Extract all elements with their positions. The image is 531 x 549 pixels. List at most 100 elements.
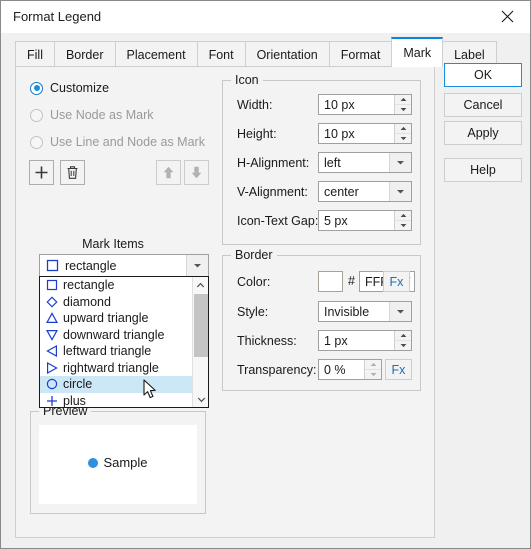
chevron-up-icon <box>196 282 205 287</box>
icon-height-spinner[interactable] <box>394 124 411 143</box>
border-transparency-input[interactable]: 0 % <box>318 359 382 380</box>
triangle-down-icon <box>45 329 59 341</box>
preview-group: Preview Sample <box>30 404 206 514</box>
border-thickness-spinner[interactable] <box>394 331 411 350</box>
mark-items-selected-value: rectangle <box>65 258 117 273</box>
tab-orientation[interactable]: Orientation <box>244 41 330 67</box>
h-alignment-combobox[interactable]: left <box>318 152 412 173</box>
list-item-label: plus <box>63 393 86 408</box>
title-bar: Format Legend <box>1 1 530 33</box>
border-transparency-label: Transparency: <box>237 363 317 377</box>
spinner-up-icon[interactable] <box>365 360 381 370</box>
icon-text-gap-value: 5 px <box>324 213 348 228</box>
triangle-right-icon <box>45 361 59 374</box>
tab-border[interactable]: Border <box>53 41 116 67</box>
border-group-label: Border <box>231 248 277 262</box>
radio-use-line-and-node-as-mark-label: Use Line and Node as Mark <box>50 135 205 149</box>
scroll-down-button[interactable] <box>193 391 208 407</box>
list-item-label: rightward triangle <box>63 360 159 375</box>
tab-mark[interactable]: Mark <box>391 37 444 67</box>
icon-width-spinner[interactable] <box>394 95 411 114</box>
list-item-label: upward triangle <box>63 311 149 326</box>
radio-indicator <box>30 135 43 149</box>
square-icon <box>46 259 59 272</box>
hex-hash-symbol: # <box>348 274 355 288</box>
icon-group: Icon Width: 10 px Height: 10 px H-Alignm… <box>222 73 421 245</box>
list-item[interactable]: rectangle <box>40 277 208 294</box>
icon-width-input[interactable]: 10 px <box>318 94 412 115</box>
list-item[interactable]: plus <box>40 393 208 408</box>
preview-sample: Sample <box>88 455 148 470</box>
spinner-down-icon[interactable] <box>395 105 411 114</box>
border-thickness-label: Thickness: <box>237 334 297 348</box>
h-alignment-label: H-Alignment: <box>237 156 310 170</box>
v-alignment-label: V-Alignment: <box>237 185 308 199</box>
spinner-up-icon[interactable] <box>395 331 411 341</box>
radio-customize[interactable]: Customize <box>30 81 109 95</box>
radio-indicator <box>30 81 43 95</box>
border-transparency-fx-button[interactable]: Fx <box>385 359 412 380</box>
chevron-down-icon[interactable] <box>389 182 411 201</box>
border-transparency-spinner[interactable] <box>364 360 381 379</box>
spinner-down-icon[interactable] <box>395 221 411 230</box>
square-icon <box>45 279 59 291</box>
spinner-up-icon[interactable] <box>395 211 411 221</box>
icon-width-value: 10 px <box>324 97 355 112</box>
border-transparency-value: 0 % <box>324 362 346 377</box>
mark-items-combobox[interactable]: rectangle <box>39 254 209 277</box>
diamond-icon <box>45 296 59 308</box>
spinner-up-icon[interactable] <box>395 124 411 134</box>
list-item-circle[interactable]: circle <box>40 376 208 393</box>
tab-placement[interactable]: Placement <box>114 41 198 67</box>
icon-text-gap-spinner[interactable] <box>394 211 411 230</box>
spinner-up-icon[interactable] <box>395 95 411 105</box>
tab-strip: Fill Border Placement Font Orientation F… <box>15 37 497 67</box>
scroll-up-button[interactable] <box>193 277 208 293</box>
radio-use-node-as-mark-label: Use Node as Mark <box>50 108 154 122</box>
list-item[interactable]: downward triangle <box>40 327 208 344</box>
list-item-label: rectangle <box>63 278 115 293</box>
trash-icon <box>67 166 78 179</box>
border-color-fx-button[interactable]: Fx <box>383 271 410 292</box>
spinner-down-icon[interactable] <box>395 341 411 350</box>
list-item[interactable]: leftward triangle <box>40 343 208 360</box>
plus-icon <box>35 166 48 179</box>
icon-height-value: 10 px <box>324 126 355 141</box>
list-item[interactable]: diamond <box>40 294 208 311</box>
v-alignment-combobox[interactable]: center <box>318 181 412 202</box>
tab-format[interactable]: Format <box>328 41 393 67</box>
spinner-down-icon[interactable] <box>365 370 381 379</box>
cancel-button[interactable]: Cancel <box>444 93 522 117</box>
radio-customize-label: Customize <box>50 81 110 95</box>
ok-button[interactable]: OK <box>444 63 522 87</box>
chevron-down-icon[interactable] <box>389 302 411 321</box>
list-item[interactable]: rightward triangle <box>40 360 208 377</box>
help-button[interactable]: Help <box>444 158 522 182</box>
arrow-down-icon <box>191 166 202 179</box>
icon-text-gap-input[interactable]: 5 px <box>318 210 412 231</box>
icon-height-input[interactable]: 10 px <box>318 123 412 144</box>
icon-width-label: Width: <box>237 98 273 112</box>
mark-items-dropdown-list[interactable]: rectangle diamond upward triangle downwa… <box>39 276 209 408</box>
icon-text-gap-label: Icon-Text Gap: <box>237 214 319 228</box>
dropdown-scrollbar[interactable] <box>192 277 208 407</box>
v-alignment-value: center <box>324 184 359 199</box>
close-button[interactable] <box>484 1 530 32</box>
list-item[interactable]: upward triangle <box>40 310 208 327</box>
scrollbar-thumb[interactable] <box>194 294 208 357</box>
tab-font[interactable]: Font <box>196 41 246 67</box>
border-color-label: Color: <box>237 275 271 289</box>
chevron-down-icon <box>197 397 205 402</box>
add-mark-button[interactable] <box>29 160 54 185</box>
move-up-button <box>156 160 181 185</box>
tab-fill[interactable]: Fill <box>15 41 55 67</box>
delete-mark-button[interactable] <box>60 160 85 185</box>
spinner-down-icon[interactable] <box>395 134 411 143</box>
apply-button[interactable]: Apply <box>444 121 522 145</box>
border-style-combobox[interactable]: Invisible <box>318 301 412 322</box>
border-color-swatch[interactable] <box>318 271 343 292</box>
mark-tab-panel: Customize Use Node as Mark Use Line and … <box>15 66 435 538</box>
chevron-down-icon[interactable] <box>186 255 208 276</box>
border-thickness-input[interactable]: 1 px <box>318 330 412 351</box>
chevron-down-icon[interactable] <box>389 153 411 172</box>
